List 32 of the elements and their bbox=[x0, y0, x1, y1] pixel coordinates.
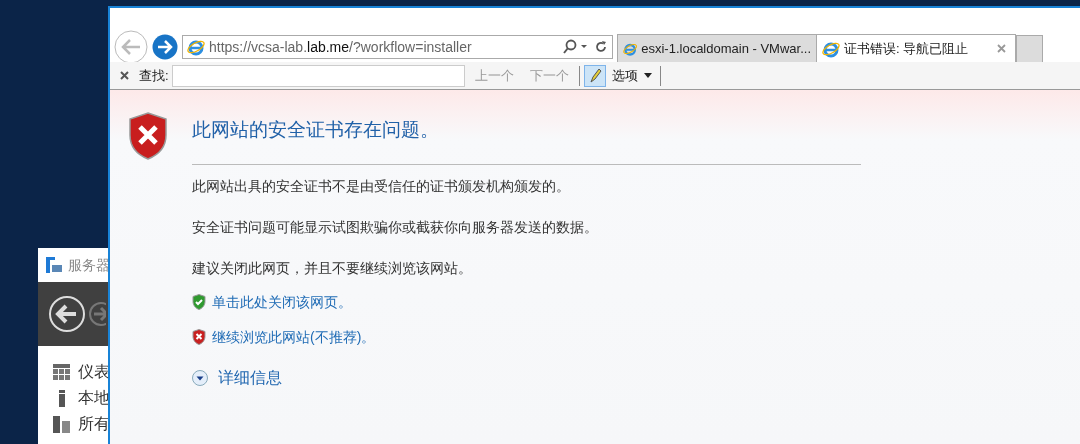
refresh-icon[interactable] bbox=[594, 40, 608, 54]
expand-icon[interactable] bbox=[192, 369, 208, 386]
options-menu[interactable]: 选项 bbox=[611, 65, 652, 86]
browser-tab[interactable]: esxi-1.localdomain - VMwar... bbox=[617, 34, 817, 62]
shield-check-icon bbox=[192, 294, 206, 310]
nav-item[interactable]: 仪表 bbox=[78, 360, 110, 384]
search-icon[interactable] bbox=[562, 39, 590, 55]
find-label: 查找: bbox=[139, 66, 169, 85]
window-title: 服务器 bbox=[68, 255, 110, 275]
action-link[interactable]: 单击此处关闭该网页。 bbox=[212, 291, 352, 313]
close-icon[interactable] bbox=[997, 44, 1006, 53]
close-icon[interactable] bbox=[120, 71, 129, 80]
grid-icon bbox=[53, 363, 70, 381]
forward-icon[interactable] bbox=[152, 34, 178, 60]
error-heading: 此网站的安全证书存在问题。 bbox=[192, 118, 440, 142]
details-link[interactable]: 详细信息 bbox=[218, 365, 282, 390]
shield-x-icon bbox=[192, 329, 206, 345]
message-text: 此网站出具的安全证书不是由受信任的证书颁发机构颁发的。 bbox=[192, 176, 571, 196]
error-shield-icon bbox=[128, 112, 168, 160]
servers-icon bbox=[53, 415, 70, 433]
back-icon[interactable] bbox=[48, 295, 86, 333]
browser-icon bbox=[187, 38, 205, 56]
find-field[interactable] bbox=[171, 64, 465, 87]
url-text: https://vcsa-lab.lab.me/?workflow=installer bbox=[209, 37, 473, 57]
highlighter-icon[interactable] bbox=[583, 64, 606, 87]
address-bar[interactable]: https://vcsa-lab.lab.me/?workflow=installer bbox=[182, 35, 613, 59]
browser-tab[interactable]: 证书错误: 导航已阻止 bbox=[816, 34, 1016, 62]
message-text: 建议关闭此网页，并且不要继续浏览该网站。 bbox=[192, 258, 473, 278]
message-text: 安全证书问题可能显示试图欺骗你或截获你向服务器发送的数据。 bbox=[192, 217, 599, 237]
nav-item[interactable]: 所有 bbox=[78, 412, 110, 436]
action-link[interactable]: 继续浏览此网站(不推荐)。 bbox=[212, 326, 376, 348]
dropdown-icon bbox=[643, 73, 652, 78]
